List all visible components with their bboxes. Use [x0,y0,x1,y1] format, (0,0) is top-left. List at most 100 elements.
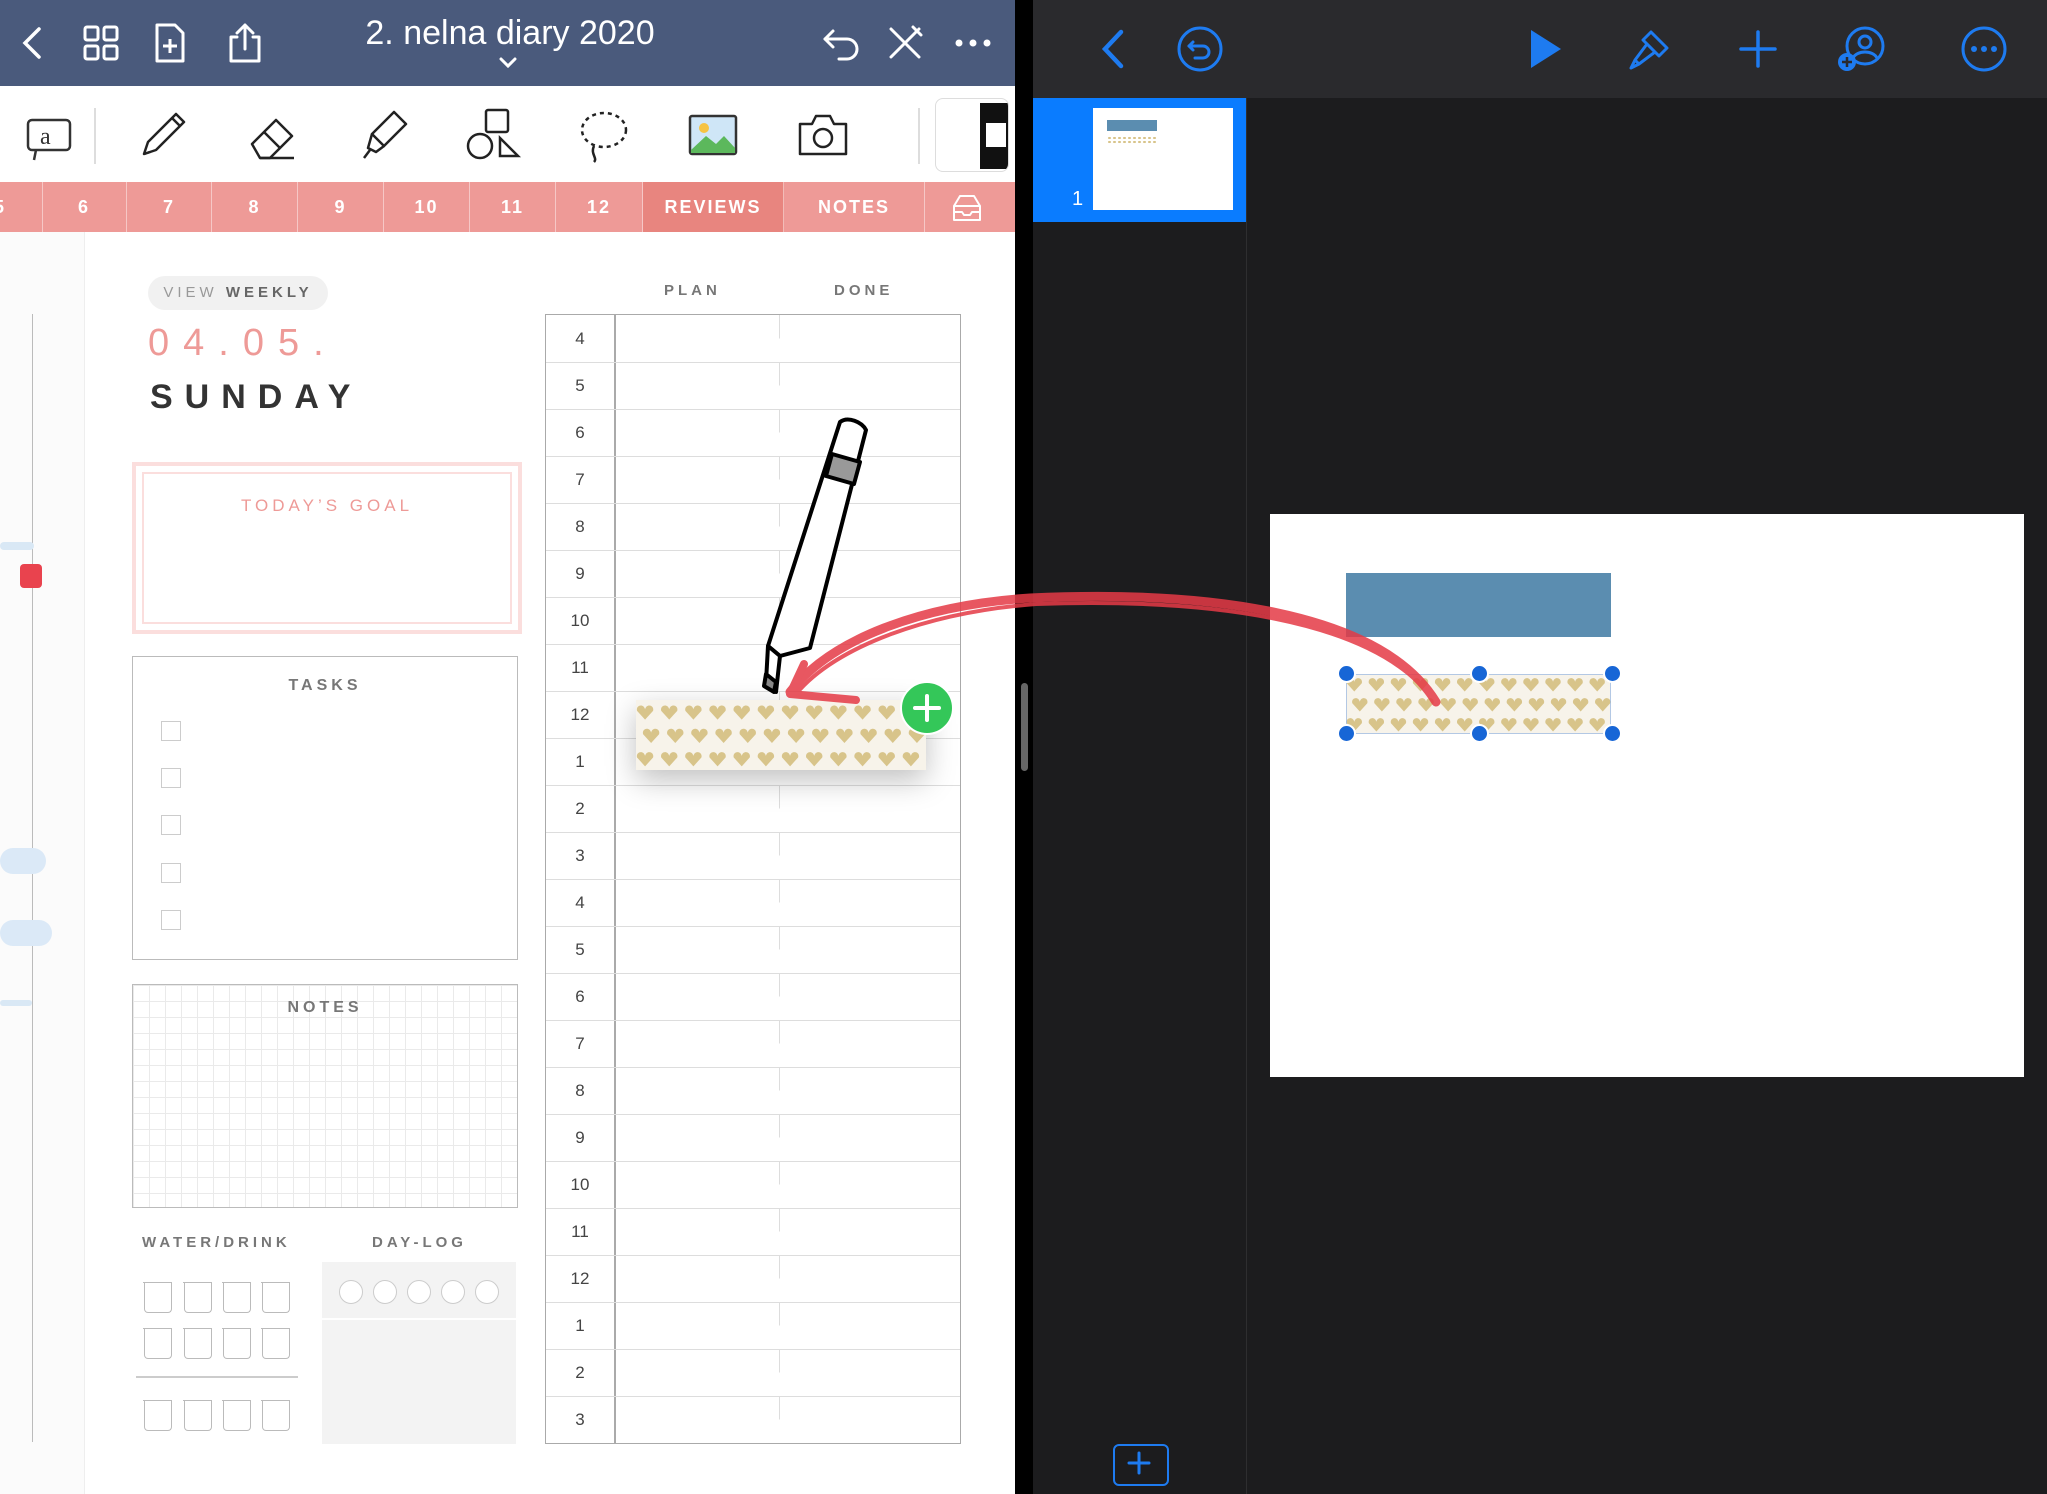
toolbar-toggle-icon[interactable] [880,18,930,68]
image-tool-icon[interactable] [678,100,748,170]
mood-face-icon[interactable] [441,1280,465,1304]
heart-icon [830,752,847,767]
mood-face-icon[interactable] [475,1280,499,1304]
water-cup[interactable] [143,1328,172,1359]
undo-circle-icon[interactable] [1173,22,1227,76]
hour-row[interactable]: 11 [546,1208,960,1256]
split-view-drag-handle[interactable] [1021,683,1028,771]
mood-face-icon[interactable] [373,1280,397,1304]
task-checkbox[interactable] [161,815,181,835]
notes-box: NOTES [132,984,518,1208]
undo-icon[interactable] [816,18,866,68]
tab-month-12[interactable]: 12 [556,182,643,232]
play-icon[interactable] [1517,22,1571,76]
resize-handle[interactable] [1337,724,1356,743]
tab-month-11[interactable]: 11 [470,182,556,232]
heart-icon [787,728,805,743]
water-cup[interactable] [143,1282,172,1313]
water-cup[interactable] [222,1328,251,1359]
water-cup[interactable] [222,1282,251,1313]
water-cup[interactable] [183,1282,212,1313]
view-weekly-link[interactable]: VIEW WEEKLY [148,276,328,310]
water-cup[interactable] [261,1400,290,1431]
format-brush-icon[interactable] [1623,22,1677,76]
tab-month-9[interactable]: 9 [298,182,384,232]
new-page-icon[interactable] [144,18,194,68]
hour-row[interactable]: 1 [546,1302,960,1350]
hour-row[interactable]: 4 [546,315,960,363]
mood-face-icon[interactable] [407,1280,431,1304]
resize-handle[interactable] [1470,664,1489,683]
hour-row[interactable]: 5 [546,926,960,974]
slide-blue-rectangle[interactable] [1346,573,1611,637]
resize-handle[interactable] [1603,724,1622,743]
mood-face-icon[interactable] [339,1280,363,1304]
pen-color-swatch[interactable] [935,98,1009,172]
hour-row[interactable]: 7 [546,1020,960,1068]
task-checkbox[interactable] [161,721,181,741]
heart-icon [836,728,853,743]
shapes-tool-icon[interactable] [458,100,528,170]
water-cup[interactable] [143,1400,172,1431]
hour-row[interactable]: 10 [546,1161,960,1209]
slide-thumbnail[interactable] [1093,108,1233,210]
hour-row[interactable]: 3 [546,1396,960,1443]
grid-view-icon[interactable] [76,18,126,68]
tasks-box: TASKS [132,656,518,960]
back-chevron-icon[interactable] [8,18,58,68]
heart-icon [860,728,877,743]
resize-handle[interactable] [1337,664,1356,683]
keynote-top-bar [1033,0,2047,98]
heart-icon [757,705,775,720]
task-checkbox[interactable] [161,910,181,930]
document-title[interactable]: 2. nelna diary 2020 [290,14,730,53]
hour-row[interactable]: 5 [546,362,960,410]
camera-tool-icon[interactable] [788,100,858,170]
back-chevron-icon[interactable] [1087,22,1141,76]
share-icon[interactable] [220,18,270,68]
eraser-tool-icon[interactable] [238,100,308,170]
lasso-tool-icon[interactable] [568,100,638,170]
water-cup[interactable] [183,1400,212,1431]
tab-month-7[interactable]: 7 [127,182,212,232]
hour-row[interactable]: 2 [546,1349,960,1397]
hour-row[interactable]: 12 [546,1255,960,1303]
tab-reviews[interactable]: REVIEWS [643,182,784,232]
tab-month-6[interactable]: 6 [42,182,127,232]
more-options-icon[interactable] [1957,22,2011,76]
task-checkbox[interactable] [161,863,181,883]
heart-icon [884,728,901,743]
heart-icon [709,752,726,767]
title-chevron-down-icon[interactable] [495,54,521,72]
heart-icon [757,752,775,767]
text-recognition-tool-icon[interactable]: a [14,100,84,170]
notes-label: NOTES [287,999,363,1016]
dragged-washi-sticker[interactable] [636,700,926,770]
more-options-icon[interactable] [948,18,998,68]
resize-handle[interactable] [1470,724,1489,743]
task-checkbox[interactable] [161,768,181,788]
water-cup[interactable] [261,1328,290,1359]
hour-row[interactable]: 2 [546,785,960,833]
heart-icon [636,752,654,767]
water-cup[interactable] [261,1282,290,1313]
tab-notes[interactable]: NOTES [784,182,925,232]
collaborate-icon[interactable] [1833,22,1887,76]
hour-row[interactable]: 8 [546,1067,960,1115]
tab-month-8[interactable]: 8 [212,182,298,232]
notes-app-pane: 2. nelna diary 2020 a 6 7 8 9 10 11 12 R… [0,0,1015,1494]
add-icon[interactable] [1731,22,1785,76]
water-cup[interactable] [222,1400,251,1431]
hour-row[interactable]: 3 [546,832,960,880]
tab-month-5[interactable]: 5 [0,182,43,232]
pen-tool-icon[interactable] [128,100,198,170]
hour-row[interactable]: 9 [546,1114,960,1162]
highlighter-tool-icon[interactable] [350,100,420,170]
add-slide-button[interactable] [1113,1444,1169,1486]
inbox-icon[interactable] [950,192,984,222]
hour-row[interactable]: 6 [546,973,960,1021]
resize-handle[interactable] [1603,664,1622,683]
tab-month-10[interactable]: 10 [384,182,470,232]
water-cup[interactable] [183,1328,212,1359]
hour-row[interactable]: 4 [546,879,960,927]
